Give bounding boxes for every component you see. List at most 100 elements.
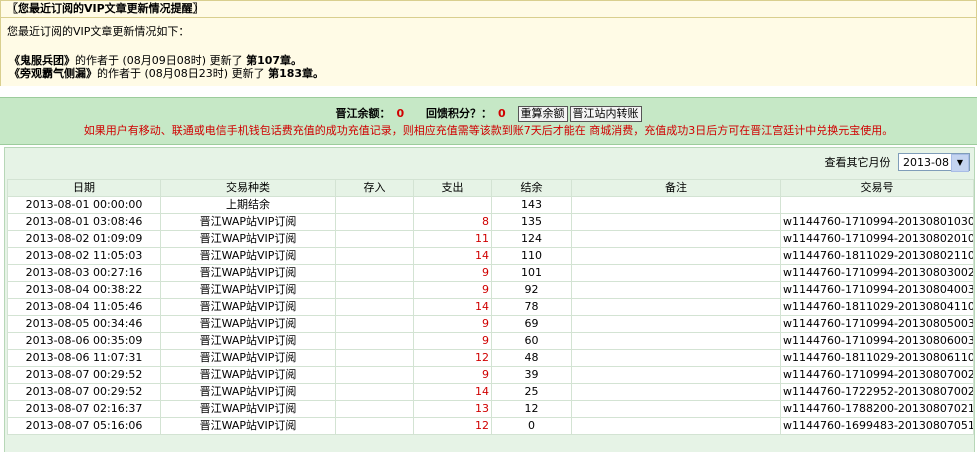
cell-type: 晋江WAP站VIP订阅 <box>160 349 336 367</box>
cell-type: 晋江WAP站VIP订阅 <box>160 383 336 401</box>
cell-expense: 9 <box>413 315 492 333</box>
cell-note <box>571 230 781 248</box>
cell-expense: 13 <box>413 400 492 418</box>
recharge-warning: 如果用户有移动、联通或电信手机钱包话费充值的成功充值记录，则相应充值需等该款到账… <box>83 124 894 137</box>
balance-row: 晋江余额： 0 回馈积分？： 0 重算余额 晋江站内转账 <box>0 106 977 122</box>
cell-balance: 0 <box>491 417 572 435</box>
col-header-deposit: 存入 <box>335 179 414 197</box>
cell-expense: 14 <box>413 298 492 316</box>
chevron-down-icon[interactable]: ▼ <box>951 154 969 172</box>
cell-date: 2013-08-03 00:27:16 <box>7 264 161 282</box>
table-row: 2013-08-02 11:05:03 晋江WAP站VIP订阅 14 110 w1144… <box>7 247 974 265</box>
col-header-date: 日期 <box>7 179 161 197</box>
cell-type: 晋江WAP站VIP订阅 <box>160 315 336 333</box>
balance-label: 晋江余额： <box>335 107 391 120</box>
section-gap <box>0 86 977 96</box>
cell-expense: 9 <box>413 281 492 299</box>
cell-note <box>571 400 781 418</box>
month-filter-label: 查看其它月份 <box>824 156 891 169</box>
notice-title: 〖您最近订阅的VIP文章更新情况提醒〗 <box>1 1 976 18</box>
table-row: 2013-08-07 00:29:52 晋江WAP站VIP订阅 9 39 w114476… <box>7 366 974 384</box>
cell-balance: 60 <box>491 332 572 350</box>
cell-txid: w1144760-1710994-20130806003509 <box>780 332 974 350</box>
site-transfer-button[interactable]: 晋江站内转账 <box>569 106 642 122</box>
notice-update-item: 《旁观霸气侧漏》的作者于 (08月08日23时) 更新了 第183章。 <box>9 67 325 80</box>
cell-type: 晋江WAP站VIP订阅 <box>160 298 336 316</box>
cell-txid: w1144760-1811029-20130804110546 <box>780 298 974 316</box>
cell-balance: 78 <box>491 298 572 316</box>
cell-balance: 124 <box>491 230 572 248</box>
table-row: 2013-08-07 00:29:52 晋江WAP站VIP订阅 14 25 w11447… <box>7 383 974 401</box>
cell-deposit <box>335 281 414 299</box>
cell-date: 2013-08-07 00:29:52 <box>7 366 161 384</box>
cell-date: 2013-08-06 00:35:09 <box>7 332 161 350</box>
transaction-rows: 2013-08-01 00:00:00 上期结余 143 2013-08-01 03:… <box>7 196 974 435</box>
cell-txid: w1144760-1710994-20130802010909 <box>780 230 974 248</box>
cell-txid: w1144760-1811029-20130802110503 <box>780 247 974 265</box>
cell-balance: 135 <box>491 213 572 231</box>
account-summary: 晋江余额： 0 回馈积分？： 0 重算余额 晋江站内转账 如果用户有移动、联通或电信手… <box>0 97 977 145</box>
cell-deposit <box>335 417 414 435</box>
cell-expense: 11 <box>413 230 492 248</box>
cell-txid: w1144760-1710994-20130804003822 <box>780 281 974 299</box>
cell-deposit <box>335 247 414 265</box>
cell-type: 晋江WAP站VIP订阅 <box>160 264 336 282</box>
cell-deposit <box>335 230 414 248</box>
cell-deposit <box>335 383 414 401</box>
cell-balance: 12 <box>491 400 572 418</box>
table-row: 2013-08-07 02:16:37 晋江WAP站VIP订阅 13 12 w11447… <box>7 400 974 418</box>
table-row: 2013-08-04 00:38:22 晋江WAP站VIP订阅 9 92 w114476… <box>7 281 974 299</box>
notice-update-item: 《鬼服兵团》的作者于 (08月09日08时) 更新了 第107章。 <box>9 54 303 67</box>
table-row: 2013-08-07 05:16:06 晋江WAP站VIP订阅 12 0 w114476… <box>7 417 974 435</box>
cell-deposit <box>335 366 414 384</box>
cell-txid: w1144760-1722952-20130807002952 <box>780 383 974 401</box>
cell-txid: w1144760-1710994-20130803002716 <box>780 264 974 282</box>
table-row: 2013-08-02 01:09:09 晋江WAP站VIP订阅 11 124 w1144… <box>7 230 974 248</box>
cell-type: 上期结余 <box>160 196 336 214</box>
cell-date: 2013-08-06 11:07:31 <box>7 349 161 367</box>
month-select-value: 2013-08 <box>903 156 949 169</box>
cell-date: 2013-08-04 00:38:22 <box>7 281 161 299</box>
cell-expense: 9 <box>413 332 492 350</box>
cell-date: 2013-08-02 01:09:09 <box>7 230 161 248</box>
recalc-balance-button[interactable]: 重算余额 <box>517 106 568 122</box>
cell-date: 2013-08-07 02:16:37 <box>7 400 161 418</box>
cell-type: 晋江WAP站VIP订阅 <box>160 213 336 231</box>
cell-balance: 39 <box>491 366 572 384</box>
cell-expense: 14 <box>413 383 492 401</box>
cell-note <box>571 281 781 299</box>
cell-balance: 101 <box>491 264 572 282</box>
cell-note <box>571 332 781 350</box>
book-title-link[interactable]: 《鬼服兵团》 <box>9 54 75 67</box>
cell-balance: 25 <box>491 383 572 401</box>
cell-date: 2013-08-04 11:05:46 <box>7 298 161 316</box>
cell-note <box>571 349 781 367</box>
book-title-link[interactable]: 《旁观霸气侧漏》 <box>9 67 97 80</box>
cell-balance: 143 <box>491 196 572 214</box>
table-row: 2013-08-01 03:08:46 晋江WAP站VIP订阅 8 135 w11447… <box>7 213 974 231</box>
cell-date: 2013-08-01 00:00:00 <box>7 196 161 214</box>
chapter-label: 第107章。 <box>246 54 303 67</box>
cell-txid: w1144760-1710994-20130805003446 <box>780 315 974 333</box>
cell-date: 2013-08-05 00:34:46 <box>7 315 161 333</box>
cell-note <box>571 315 781 333</box>
table-row: 2013-08-06 11:07:31 晋江WAP站VIP订阅 12 48 w11447… <box>7 349 974 367</box>
points-label: 回馈积分？： <box>426 107 492 120</box>
cell-type: 晋江WAP站VIP订阅 <box>160 417 336 435</box>
cell-type: 晋江WAP站VIP订阅 <box>160 230 336 248</box>
month-select[interactable]: 2013-08 ▼ <box>898 153 970 172</box>
cell-type: 晋江WAP站VIP订阅 <box>160 281 336 299</box>
cell-deposit <box>335 349 414 367</box>
cell-expense: 9 <box>413 366 492 384</box>
table-row: 2013-08-01 00:00:00 上期结余 143 <box>7 196 974 214</box>
cell-balance: 48 <box>491 349 572 367</box>
cell-type: 晋江WAP站VIP订阅 <box>160 400 336 418</box>
transaction-panel: 查看其它月份 2013-08 ▼ 日期 交易种类 存入 支出 结余 备注 交易号… <box>4 147 975 452</box>
cell-note <box>571 298 781 316</box>
cell-txid: w1144760-1811029-20130806110731 <box>780 349 974 367</box>
cell-balance: 92 <box>491 281 572 299</box>
cell-txid: w1144760-1699483-20130807051606 <box>780 417 974 435</box>
balance-value: 0 <box>396 107 405 120</box>
cell-date: 2013-08-01 03:08:46 <box>7 213 161 231</box>
col-header-expense: 支出 <box>413 179 492 197</box>
